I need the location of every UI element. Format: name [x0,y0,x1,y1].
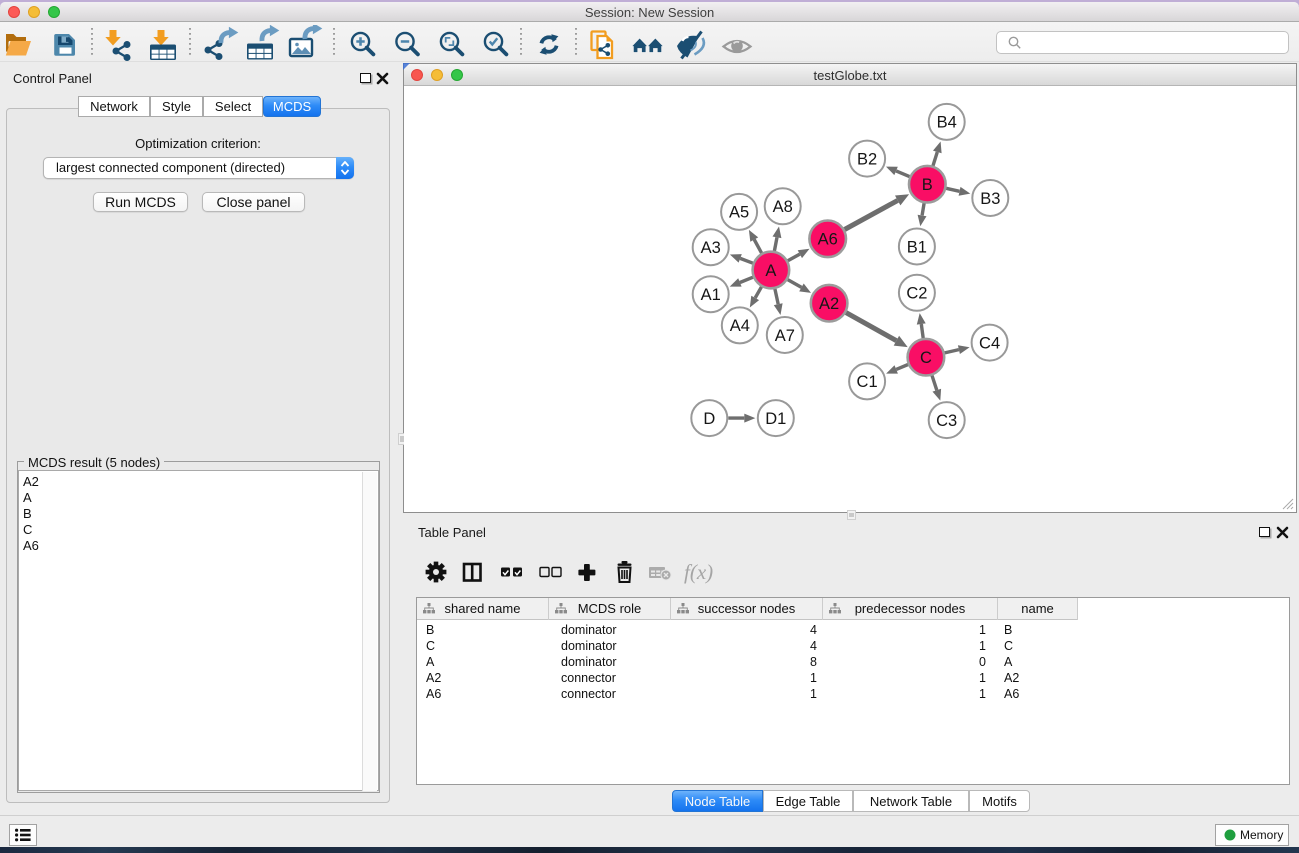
svg-text:A1: A1 [701,286,721,304]
svg-text:A8: A8 [773,198,793,216]
svg-text:C3: C3 [936,412,957,430]
svg-text:A5: A5 [729,204,749,222]
svg-text:A4: A4 [730,317,750,335]
svg-text:A3: A3 [701,239,721,257]
svg-text:C4: C4 [979,334,1000,352]
svg-text:A7: A7 [775,327,795,345]
svg-text:A6: A6 [818,231,838,249]
svg-text:D: D [703,410,715,428]
svg-text:f(x): f(x) [684,560,713,584]
svg-text:B: B [922,176,933,194]
svg-text:C1: C1 [857,373,878,391]
svg-text:B3: B3 [980,190,1000,208]
svg-text:C: C [920,349,932,367]
svg-text:B2: B2 [857,150,877,168]
svg-text:A: A [765,262,776,280]
svg-text:B4: B4 [937,114,957,132]
svg-text:B1: B1 [907,238,927,256]
svg-text:C2: C2 [906,285,927,303]
svg-text:D1: D1 [765,410,786,428]
svg-text:A2: A2 [819,295,839,313]
